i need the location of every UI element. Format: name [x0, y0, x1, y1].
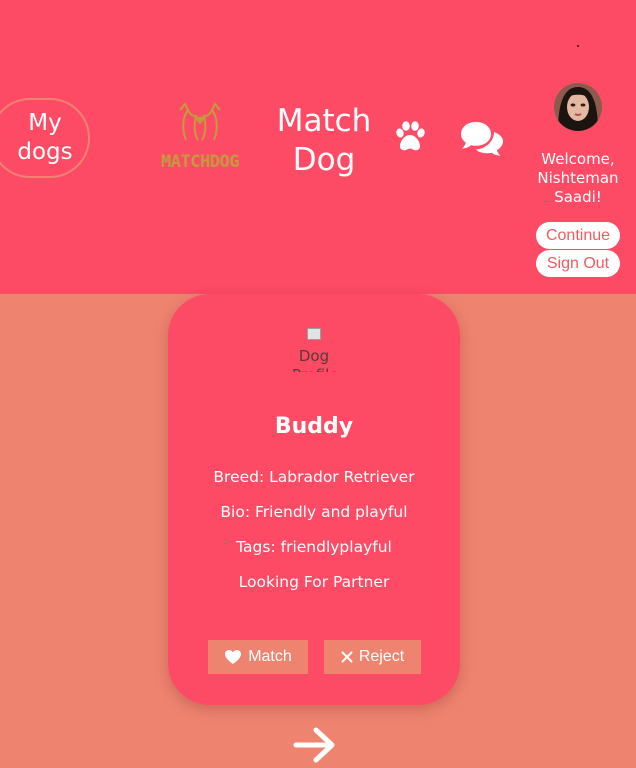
dog-name: Buddy	[274, 414, 354, 439]
dog-image-alt: Dog Profile	[292, 347, 336, 372]
match-label: Match	[248, 648, 292, 665]
brand-line-1: Match	[276, 103, 372, 139]
reject-label: Reject	[358, 648, 405, 665]
brand-line-2: Dog	[292, 142, 356, 178]
logo-wordmark: MATCHDOG	[161, 152, 239, 172]
dog-profile-card: Dog Profile Buddy Breed: Labrador Retrie…	[168, 294, 460, 705]
broken-image-icon	[306, 328, 321, 340]
continue-button[interactable]: Continue	[536, 222, 620, 249]
matchdog-logo[interactable]: MATCHDOG	[152, 100, 248, 174]
sign-out-button[interactable]: Sign Out	[536, 250, 620, 277]
dog-breed: Breed: Labrador Retriever	[213, 468, 415, 486]
paw-icon[interactable]	[392, 120, 428, 154]
dog-looking-for: Looking For Partner	[238, 573, 390, 591]
dog-couple-logo-icon	[179, 102, 221, 141]
status-dot	[577, 45, 579, 47]
welcome-message: Welcome, Nishteman Saadi!	[537, 150, 619, 206]
dog-tags: Tags: friendlyplayful	[236, 538, 392, 556]
x-icon	[341, 651, 353, 663]
my-dogs-label: My dogs	[17, 110, 73, 165]
arrow-right-icon[interactable]	[292, 726, 338, 764]
heart-icon	[225, 650, 242, 664]
my-dogs-link[interactable]: My dogs	[0, 98, 90, 178]
brand-title: Match Dog	[268, 102, 380, 180]
reject-button[interactable]: Reject	[324, 640, 421, 674]
dog-profile-image: Dog Profile	[292, 328, 336, 372]
match-button[interactable]: Match	[208, 640, 308, 674]
dog-bio: Bio: Friendly and playful	[220, 503, 408, 521]
app-header: My dogs MATCHDOG Match Dog Welcome, Nish…	[0, 0, 636, 294]
chat-icon[interactable]	[460, 120, 504, 156]
avatar[interactable]	[554, 83, 602, 131]
